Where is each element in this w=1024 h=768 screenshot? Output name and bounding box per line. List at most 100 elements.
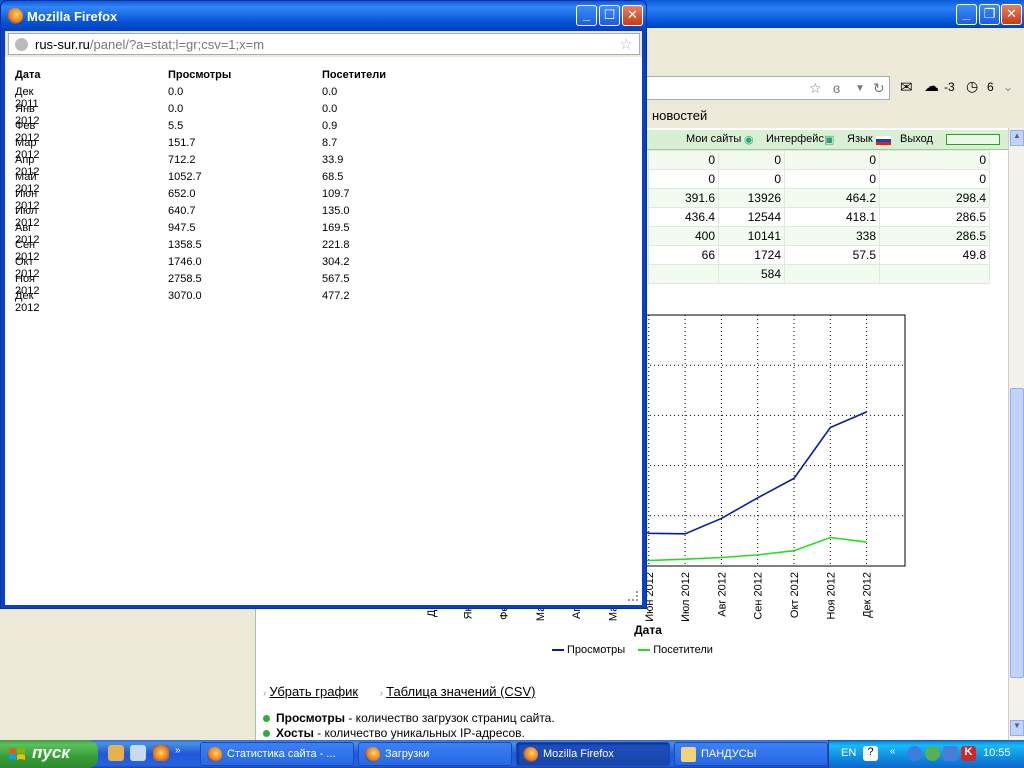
tray-network-icon[interactable] <box>925 746 940 761</box>
dropdown-arrow-icon[interactable]: ▼ <box>855 83 865 94</box>
mail-counter-icon: ◷ <box>966 78 979 94</box>
legend-descriptions: Просмотры - количество загрузок страниц … <box>263 711 555 741</box>
weather-cloud-icon: ☁ <box>924 78 939 95</box>
firefox-icon <box>523 747 538 762</box>
quicklaunch-expand-icon[interactable]: » <box>175 745 185 761</box>
task-firefox[interactable]: Mozilla Firefox <box>516 742 670 766</box>
mail-icon[interactable]: ✉ <box>900 78 913 96</box>
url-field[interactable]: rus-sur.ru/panel/?a=stat;l=gr;csv=1;x=m … <box>8 33 640 55</box>
table-cell: 436.4 <box>648 207 719 227</box>
table-cell: 286.5 <box>879 226 990 246</box>
bookmark-star-icon[interactable]: ☆ <box>809 80 822 97</box>
scroll-up-icon[interactable]: ▲ <box>1010 130 1024 146</box>
tray-monitor-icon[interactable] <box>943 746 958 761</box>
desc-text: - количество уникальных IP-адресов. <box>313 726 525 740</box>
news-tab[interactable]: новостей <box>652 108 707 123</box>
x-tick-label: Окт 2012 <box>789 572 801 618</box>
nav-logout[interactable]: Выход <box>900 133 933 145</box>
table-cell: 418.1 <box>784 207 880 227</box>
bg-close-button[interactable]: ✕ <box>1001 4 1022 25</box>
csv-visitors: 0.0 <box>322 103 338 115</box>
popup-titlebar[interactable]: Mozilla Firefox _ ☐ ✕ <box>1 1 646 31</box>
legend-label: Посетители <box>653 644 713 656</box>
tray-expand-icon[interactable]: « <box>885 746 900 761</box>
csv-views: 1052.7 <box>168 171 202 183</box>
bg-restore-button[interactable]: ❐ <box>979 4 1000 25</box>
close-button[interactable]: ✕ <box>622 5 643 26</box>
table-cell: 0 <box>784 169 880 189</box>
bookmark-star-icon[interactable]: ☆ <box>620 35 633 53</box>
nav-my-sites[interactable]: Мои сайты <box>686 133 741 145</box>
help-icon[interactable]: ? <box>863 746 878 761</box>
reader-icon[interactable]: ɞ <box>833 80 840 96</box>
arrow-icon: › <box>263 688 267 699</box>
task-label: ПАНДУСЫ <box>701 748 757 760</box>
csv-visitors: 477.2 <box>322 290 350 302</box>
csv-views: 640.7 <box>168 205 196 217</box>
minimize-button[interactable]: _ <box>576 5 597 26</box>
stats-table: 0 0 0 0 0 0 0 0 391.6 13926 464.2 298.4 436.4 12544 41… <box>648 150 990 284</box>
bg-url-bar[interactable]: ☆ ɞ ▼ ↻ <box>646 76 890 100</box>
system-tray: EN ? « K 10:55 <box>828 740 1024 768</box>
csv-visitors: 68.5 <box>322 171 344 183</box>
nav-language[interactable]: Язык <box>847 133 873 145</box>
csv-views: 1746.0 <box>168 256 202 268</box>
csv-visitors: 33.9 <box>322 154 344 166</box>
kaspersky-icon[interactable]: K <box>961 746 976 761</box>
bg-minimize-button[interactable]: _ <box>956 4 977 25</box>
hide-chart-link[interactable]: Убрать график <box>269 684 358 699</box>
tray-app-icon[interactable] <box>907 746 922 761</box>
mail-count: 6 <box>987 80 994 94</box>
csv-views: 1358.5 <box>168 239 202 251</box>
table-row: 0000 <box>648 150 990 170</box>
header-date: Дата <box>15 69 41 81</box>
zoom-slider[interactable] <box>946 134 1000 145</box>
csv-views: 5.5 <box>168 120 184 132</box>
page-scrollbar[interactable]: ▲ ▼ <box>1008 128 1024 740</box>
scroll-down-icon[interactable]: ▼ <box>1010 720 1024 736</box>
resize-grip-icon[interactable] <box>628 591 638 601</box>
url-text[interactable]: rus-sur.ru/panel/?a=stat;l=gr;csv=1;x=m <box>35 37 264 52</box>
url-path: /panel/?a=stat;l=gr;csv=1;x=m <box>89 37 265 52</box>
table-row: 0000 <box>648 169 990 189</box>
table-cell: 298.4 <box>879 188 990 208</box>
csv-views: 712.2 <box>168 154 196 166</box>
start-label: пуск <box>32 743 70 762</box>
weather-temp: -3 <box>944 80 955 94</box>
table-cell: 66 <box>648 245 719 265</box>
task-label: Статистика сайта - ... <box>227 748 336 760</box>
chart-legend: Просмотры Посетители <box>552 644 723 656</box>
popup-window[interactable]: Mozilla Firefox _ ☐ ✕ rus-sur.ru/panel/?… <box>0 0 647 609</box>
legend-swatch-icon <box>638 649 651 652</box>
table-row: 66 1724 57.5 49.8 <box>648 245 990 265</box>
start-button[interactable]: пуск <box>0 740 98 768</box>
reload-icon[interactable]: ↻ <box>873 80 885 97</box>
popup-title: Mozilla Firefox <box>27 9 118 24</box>
menu-chevron-icon[interactable]: ⌄ <box>1003 80 1013 94</box>
task-stats[interactable]: Статистика сайта - ... <box>200 742 354 766</box>
table-cell: 0 <box>784 150 880 170</box>
nav-interface[interactable]: Интерфейс <box>766 133 824 145</box>
scroll-thumb[interactable] <box>1010 388 1024 678</box>
quicklaunch-firefox-icon[interactable] <box>153 745 169 761</box>
table-cell: 338 <box>784 226 880 246</box>
table-row: 584 <box>648 264 990 284</box>
popup-url-bar: rus-sur.ru/panel/?a=stat;l=gr;csv=1;x=m … <box>5 31 642 57</box>
header-visitors: Посетители <box>322 69 386 81</box>
chart-links: › Убрать график › Таблица значений (CSV) <box>263 684 553 699</box>
table-cell: 13926 <box>718 188 785 208</box>
csv-table-link[interactable]: Таблица значений (CSV) <box>386 684 535 699</box>
task-folder[interactable]: ПАНДУСЫ <box>674 742 828 766</box>
x-tick-label: Сен 2012 <box>753 572 765 620</box>
language-indicator[interactable]: EN <box>841 747 856 759</box>
csv-views: 652.0 <box>168 188 196 200</box>
csv-visitors: 567.5 <box>322 273 350 285</box>
windows-logo-icon <box>9 748 25 760</box>
quicklaunch-mail-icon[interactable] <box>130 745 146 761</box>
maximize-button[interactable]: ☐ <box>599 5 620 26</box>
csv-visitors: 0.0 <box>322 86 338 98</box>
desc-term: Просмотры <box>276 711 346 725</box>
task-downloads[interactable]: Загрузки <box>358 742 512 766</box>
quicklaunch-desktop-icon[interactable] <box>108 745 124 761</box>
site-identity-icon[interactable] <box>15 38 28 51</box>
